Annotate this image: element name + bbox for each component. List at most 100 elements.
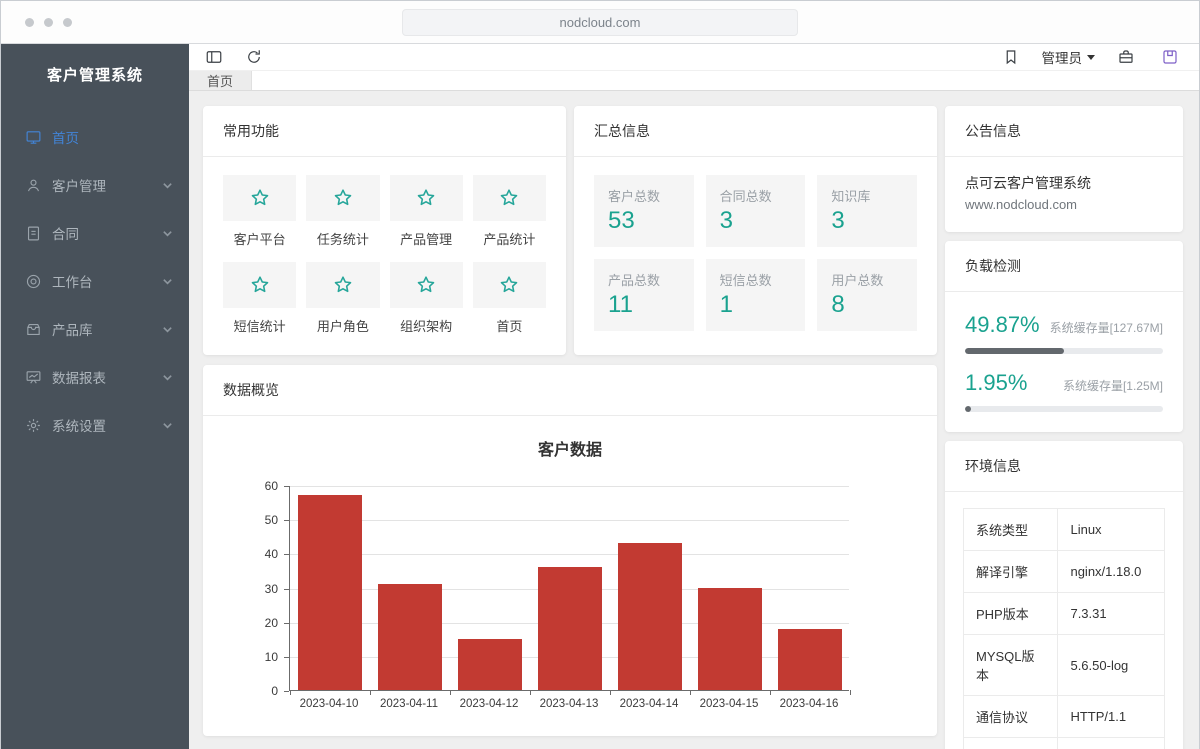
quick-action-tile — [306, 262, 379, 308]
caret-down-icon — [1087, 55, 1095, 60]
table-row: 系统类型Linux — [964, 509, 1165, 551]
save-icon[interactable] — [1157, 44, 1183, 70]
data-overview-card: 数据概览 客户数据 0102030405060 2023-04-102023-0… — [203, 365, 937, 736]
chart-bar — [618, 543, 682, 690]
user-menu[interactable]: 管理员 — [1042, 47, 1096, 67]
chart-y-label: 20 — [265, 616, 278, 630]
quick-action-label: 客户平台 — [223, 229, 296, 248]
chart-y-tick — [284, 486, 289, 487]
env-key: 系统类型 — [964, 509, 1058, 551]
quick-action-item[interactable]: 任务统计 — [306, 175, 379, 248]
toolbar: 管理员 — [189, 44, 1199, 71]
sidebar-item-user[interactable]: 客户管理 — [1, 161, 189, 209]
sidebar-item-gear[interactable]: 系统设置 — [1, 401, 189, 449]
bookmark-icon[interactable] — [998, 44, 1024, 70]
window-dot[interactable] — [25, 18, 34, 27]
quick-action-item[interactable]: 客户平台 — [223, 175, 296, 248]
sidebar-item-label: 产品库 — [52, 319, 93, 339]
meter-percent: 49.87% — [965, 312, 1040, 338]
sidebar-item-document[interactable]: 合同 — [1, 209, 189, 257]
meter-label: 系统缓存量[127.67M] — [1050, 319, 1163, 336]
quick-action-tile — [223, 262, 296, 308]
chart-gridline — [290, 486, 849, 487]
star-icon — [415, 187, 437, 209]
bar-chart: 0102030405060 2023-04-102023-04-112023-0… — [289, 486, 849, 710]
quick-action-label: 产品管理 — [390, 229, 463, 248]
sidebar-item-label: 系统设置 — [52, 415, 106, 435]
quick-action-item[interactable]: 用户角色 — [306, 262, 379, 335]
quick-action-label: 短信统计 — [223, 316, 296, 335]
document-icon — [25, 225, 42, 242]
chart-x-label: 2023-04-12 — [449, 698, 529, 710]
sidebar-item-label: 客户管理 — [52, 175, 106, 195]
stat-tile: 产品总数 11 — [594, 259, 694, 331]
announcement-title: 公告信息 — [945, 106, 1183, 157]
refresh-icon[interactable] — [241, 44, 267, 70]
collapse-sidebar-icon[interactable] — [201, 44, 227, 70]
quick-action-tile — [390, 262, 463, 308]
chart-y-label: 10 — [265, 650, 278, 664]
tab-home[interactable]: 首页 — [189, 71, 252, 90]
window-controls[interactable] — [25, 18, 72, 27]
chart-y-tick — [284, 657, 289, 658]
chart-y-label: 0 — [271, 684, 278, 698]
quick-action-item[interactable]: 产品统计 — [473, 175, 546, 248]
stat-tile: 短信总数1 — [706, 259, 806, 331]
quick-action-item[interactable]: 产品管理 — [390, 175, 463, 248]
chevron-down-icon — [162, 276, 173, 287]
chart-bar — [458, 639, 522, 690]
quick-action-label: 组织架构 — [390, 316, 463, 335]
stat-label: 短信总数 — [720, 270, 792, 289]
url-bar[interactable]: nodcloud.com — [402, 9, 798, 36]
chart-plot: 0102030405060 — [289, 486, 849, 691]
chart-y-label: 60 — [265, 479, 278, 493]
table-row: 解译引擎nginx/1.18.0 — [964, 551, 1165, 593]
chart-bar — [538, 567, 602, 690]
sidebar-item-monitor[interactable]: 首页 — [1, 113, 189, 161]
env-key: 解译引擎 — [964, 551, 1058, 593]
meter-fill — [965, 348, 1064, 354]
stat-label: 用户总数 — [831, 270, 903, 289]
sidebar-item-workbench[interactable]: 工作台 — [1, 257, 189, 305]
sidebar-menu: 首页客户管理合同工作台产品库数据报表系统设置 — [1, 113, 189, 449]
quick-actions-card: 常用功能 客户平台任务统计产品管理产品统计短信统计用户角色组织架构首页 — [203, 106, 566, 355]
user-menu-label: 管理员 — [1042, 47, 1083, 67]
star-icon — [332, 187, 354, 209]
chart-y-label: 40 — [265, 547, 278, 561]
quick-actions-title: 常用功能 — [203, 106, 566, 157]
window-dot[interactable] — [44, 18, 53, 27]
quick-action-item[interactable]: 短信统计 — [223, 262, 296, 335]
quick-action-tile — [473, 175, 546, 221]
chart-x-label: 2023-04-13 — [529, 698, 609, 710]
workbench-icon — [25, 273, 42, 290]
environment-title: 环境信息 — [945, 441, 1183, 492]
chart-title: 客户数据 — [227, 436, 913, 460]
quick-action-item[interactable]: 组织架构 — [390, 262, 463, 335]
env-key: 程序版本 — [964, 738, 1058, 749]
chart-x-tick — [690, 690, 691, 695]
environment-card: 环境信息 系统类型Linux解译引擎nginx/1.18.0PHP版本7.3.3… — [945, 441, 1183, 749]
chart-y-label: 30 — [265, 582, 278, 596]
env-key: 通信协议 — [964, 696, 1058, 738]
toolbox-icon[interactable] — [1113, 44, 1139, 70]
env-value: 5.6.50-log — [1058, 635, 1165, 696]
stat-value: 11 — [608, 291, 680, 319]
stat-tile: 合同总数3 — [706, 175, 806, 247]
summary-card: 汇总信息 客户总数53合同总数3知识库3产品总数11短信总数1用户总数8 — [574, 106, 937, 355]
chart-x-tick — [450, 690, 451, 695]
chart-x-label: 2023-04-11 — [369, 698, 449, 710]
sidebar-item-report[interactable]: 数据报表 — [1, 353, 189, 401]
sidebar-item-box[interactable]: 产品库 — [1, 305, 189, 353]
stat-label: 产品总数 — [608, 270, 680, 289]
stat-label: 客户总数 — [608, 186, 680, 205]
quick-action-label: 首页 — [473, 316, 546, 335]
browser-titlebar: nodcloud.com — [1, 1, 1199, 44]
chart-x-label: 2023-04-16 — [769, 698, 849, 710]
report-icon — [25, 369, 42, 386]
window-dot[interactable] — [63, 18, 72, 27]
meter-track — [965, 348, 1163, 354]
chart-x-label: 2023-04-15 — [689, 698, 769, 710]
quick-action-item[interactable]: 首页 — [473, 262, 546, 335]
env-value: Linux — [1058, 509, 1165, 551]
quick-action-label: 任务统计 — [306, 229, 379, 248]
